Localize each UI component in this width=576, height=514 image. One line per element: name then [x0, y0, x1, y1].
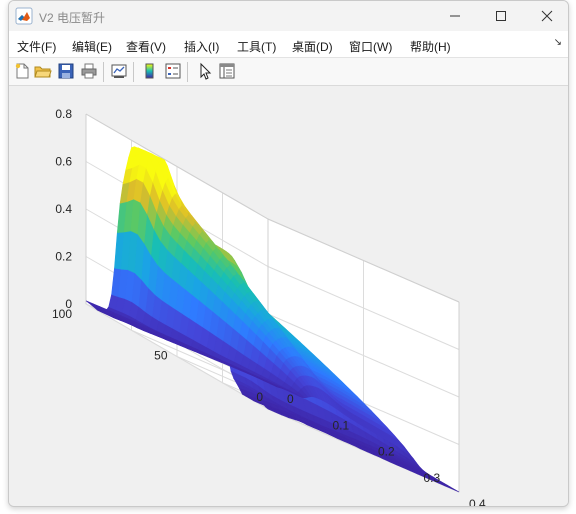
matlab-icon [15, 7, 33, 25]
x-tick-label: 0.3 [424, 471, 441, 485]
figure-toolbar [9, 58, 568, 86]
menu-desktop[interactable]: 桌面(D) [292, 38, 333, 55]
open-folder-icon [34, 66, 52, 78]
property-editor-icon [219, 63, 235, 79]
y-tick-label: 50 [154, 349, 168, 363]
save-button[interactable] [57, 62, 75, 80]
print-button[interactable] [80, 62, 98, 80]
figure-window: V2 电压暂升 文件(F) 编辑(E) 查看(V) 插入(I) 工具(T) 桌面… [8, 0, 569, 507]
y-tick-label: 0 [256, 390, 263, 404]
close-icon [541, 10, 553, 22]
menu-window[interactable]: 窗口(W) [349, 38, 392, 55]
x-tick-label: 0.4 [469, 497, 486, 507]
open-button[interactable] [34, 62, 52, 80]
toolbar-separator [187, 62, 188, 82]
z-tick-label: 0.8 [55, 107, 72, 121]
minimize-button[interactable] [432, 1, 478, 31]
link-plot-icon [111, 64, 127, 78]
colorbar-icon [145, 63, 154, 79]
new-file-icon [15, 63, 29, 79]
close-button[interactable] [524, 1, 568, 31]
title-bar: V2 电压暂升 [9, 1, 568, 31]
menu-bar: 文件(F) 编辑(E) 查看(V) 插入(I) 工具(T) 桌面(D) 窗口(W… [9, 31, 568, 58]
z-tick-label: 0.4 [55, 202, 72, 216]
menu-tools[interactable]: 工具(T) [237, 38, 276, 55]
menu-view[interactable]: 查看(V) [126, 38, 166, 55]
menu-help[interactable]: 帮助(H) [410, 38, 451, 55]
minimize-icon [450, 15, 460, 17]
save-icon [58, 63, 74, 79]
pointer-icon [200, 62, 212, 80]
menubar-dock-arrow-icon[interactable]: ↘ [554, 37, 562, 48]
new-file-button[interactable] [13, 62, 31, 80]
x-tick-label: 0.2 [378, 445, 395, 459]
legend-button[interactable] [164, 62, 182, 80]
maximize-icon [496, 11, 506, 21]
menu-file[interactable]: 文件(F) [17, 38, 56, 55]
y-tick-label: 100 [52, 307, 72, 321]
surface-plot-axes[interactable]: 00.20.40.60.805010000.10.20.30.4 [9, 87, 569, 507]
toolbar-separator [133, 62, 134, 82]
property-editor-button[interactable] [218, 62, 236, 80]
z-tick-label: 0.6 [55, 155, 72, 169]
x-tick-label: 0 [287, 392, 294, 406]
menu-insert[interactable]: 插入(I) [184, 38, 219, 55]
maximize-button[interactable] [478, 1, 524, 31]
link-plot-button[interactable] [110, 62, 128, 80]
pointer-button[interactable] [196, 62, 214, 80]
x-tick-label: 0.1 [333, 418, 350, 432]
z-tick-label: 0.2 [55, 250, 72, 264]
toolbar-separator [103, 62, 104, 82]
window-title: V2 电压暂升 [39, 11, 106, 25]
colorbar-button[interactable] [141, 62, 159, 80]
menu-edit[interactable]: 编辑(E) [72, 38, 112, 55]
legend-icon [165, 63, 181, 79]
figure-canvas[interactable]: 0 0.2 0.4 0.6 0.8 0 50 100 0 0.1 0.2 0.3 0.4 [9, 87, 569, 507]
print-icon [81, 63, 97, 79]
